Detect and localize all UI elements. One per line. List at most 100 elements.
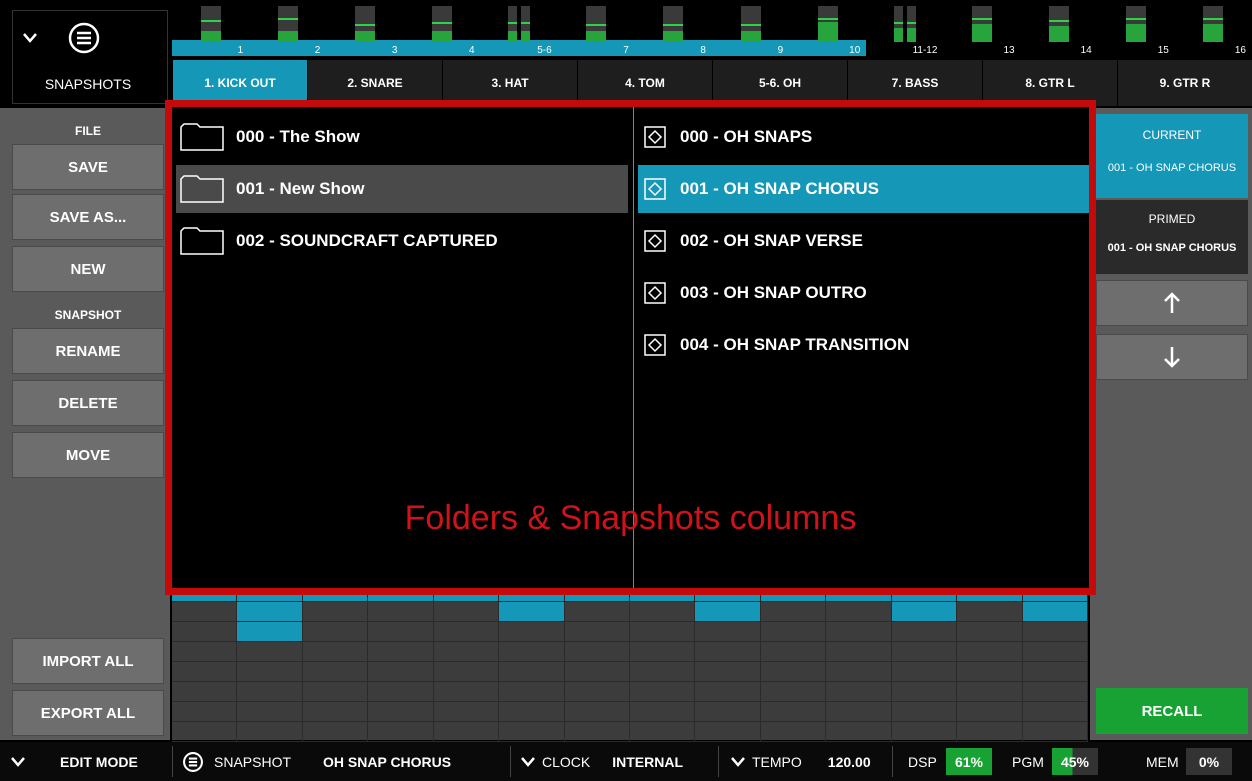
scope-cell[interactable] xyxy=(891,722,958,742)
scope-cell[interactable] xyxy=(695,722,761,742)
move-button[interactable]: MOVE xyxy=(12,432,164,478)
scope-cell[interactable] xyxy=(302,702,369,722)
scope-cell[interactable] xyxy=(564,702,630,722)
scope-cell[interactable] xyxy=(630,622,696,642)
scope-cell[interactable] xyxy=(760,602,827,622)
scope-cell[interactable] xyxy=(564,662,630,682)
scope-cell[interactable] xyxy=(1022,642,1088,662)
channel-tab[interactable]: 9. GTR R xyxy=(1117,60,1252,106)
scope-cell[interactable] xyxy=(891,702,958,722)
save-as-button[interactable]: SAVE AS... xyxy=(12,194,164,240)
scope-cell[interactable] xyxy=(760,702,827,722)
scope-cell[interactable] xyxy=(695,662,761,682)
scope-cell[interactable] xyxy=(957,662,1023,682)
scope-cell[interactable] xyxy=(564,642,630,662)
scope-cell[interactable] xyxy=(1022,702,1088,722)
scope-cell[interactable] xyxy=(433,642,500,662)
scope-cell[interactable] xyxy=(433,662,500,682)
scope-cell[interactable] xyxy=(564,602,630,622)
snapshot-status[interactable]: SNAPSHOT OH SNAP CHORUS xyxy=(182,742,451,781)
snapshot-item[interactable]: 003 - OH SNAP OUTRO xyxy=(638,269,1089,317)
scope-cell[interactable] xyxy=(433,622,500,642)
scope-cell[interactable] xyxy=(695,602,761,622)
scope-cell[interactable] xyxy=(368,662,434,682)
scope-cell[interactable] xyxy=(237,662,303,682)
scope-cell[interactable] xyxy=(237,642,303,662)
scope-cell[interactable] xyxy=(957,682,1023,702)
scope-cell[interactable] xyxy=(302,642,369,662)
rename-button[interactable]: RENAME xyxy=(12,328,164,374)
folder-item[interactable]: 000 - The Show xyxy=(176,113,628,161)
scope-cell[interactable] xyxy=(630,682,696,702)
new-button[interactable]: NEW xyxy=(12,246,164,292)
scope-cell[interactable] xyxy=(760,682,827,702)
folder-item[interactable]: 002 - SOUNDCRAFT CAPTURED xyxy=(176,217,628,265)
tempo-selector[interactable]: TEMPO 120.00 xyxy=(730,742,871,781)
scope-cell[interactable] xyxy=(172,622,238,642)
scope-cell[interactable] xyxy=(1022,722,1088,742)
prime-next-button[interactable] xyxy=(1096,334,1248,380)
scope-cell[interactable] xyxy=(695,622,761,642)
scope-cell[interactable] xyxy=(237,602,303,622)
scope-cell[interactable] xyxy=(826,662,892,682)
scope-cell[interactable] xyxy=(630,662,696,682)
scope-cell[interactable] xyxy=(172,602,238,622)
export-all-button[interactable]: EXPORT ALL xyxy=(12,690,164,736)
scope-cell[interactable] xyxy=(237,702,303,722)
snapshot-item[interactable]: 001 - OH SNAP CHORUS xyxy=(638,165,1089,213)
scope-cell[interactable] xyxy=(957,602,1023,622)
scope-cell[interactable] xyxy=(172,682,238,702)
scope-cell[interactable] xyxy=(172,702,238,722)
scope-cell[interactable] xyxy=(499,642,565,662)
scope-cell[interactable] xyxy=(695,682,761,702)
scope-cell[interactable] xyxy=(760,622,827,642)
scope-cell[interactable] xyxy=(891,622,958,642)
scope-cell[interactable] xyxy=(1022,682,1088,702)
scope-cell[interactable] xyxy=(499,682,565,702)
scope-cell[interactable] xyxy=(237,622,303,642)
scope-cell[interactable] xyxy=(302,622,369,642)
scope-cell[interactable] xyxy=(237,682,303,702)
scope-cell[interactable] xyxy=(499,662,565,682)
scope-cell[interactable] xyxy=(630,722,696,742)
scope-cell[interactable] xyxy=(891,642,958,662)
scope-cell[interactable] xyxy=(302,662,369,682)
scope-cell[interactable] xyxy=(760,722,827,742)
scope-cell[interactable] xyxy=(499,722,565,742)
scope-cell[interactable] xyxy=(760,642,827,662)
scope-cell[interactable] xyxy=(826,642,892,662)
scope-cell[interactable] xyxy=(695,642,761,662)
scope-cell[interactable] xyxy=(172,642,238,662)
scope-cell[interactable] xyxy=(891,602,958,622)
scope-cell[interactable] xyxy=(957,722,1023,742)
delete-button[interactable]: DELETE xyxy=(12,380,164,426)
scope-cell[interactable] xyxy=(433,702,500,722)
scope-cell[interactable] xyxy=(368,722,434,742)
scope-cell[interactable] xyxy=(172,722,238,742)
scope-cell[interactable] xyxy=(826,722,892,742)
scope-cell[interactable] xyxy=(433,722,500,742)
import-all-button[interactable]: IMPORT ALL xyxy=(12,638,164,684)
scope-cell[interactable] xyxy=(564,722,630,742)
scope-cell[interactable] xyxy=(891,682,958,702)
scope-cell[interactable] xyxy=(630,702,696,722)
scope-cell[interactable] xyxy=(302,602,369,622)
clock-selector[interactable]: CLOCK INTERNAL xyxy=(520,742,683,781)
scope-cell[interactable] xyxy=(826,682,892,702)
scope-cell[interactable] xyxy=(630,642,696,662)
scope-cell[interactable] xyxy=(826,702,892,722)
scope-cell[interactable] xyxy=(826,602,892,622)
scope-cell[interactable] xyxy=(695,702,761,722)
scope-cell[interactable] xyxy=(1022,602,1088,622)
scope-cell[interactable] xyxy=(368,602,434,622)
folder-item[interactable]: 001 - New Show xyxy=(176,165,628,213)
scope-cell[interactable] xyxy=(302,722,369,742)
scope-cell[interactable] xyxy=(957,642,1023,662)
scope-cell[interactable] xyxy=(957,702,1023,722)
scope-cell[interactable] xyxy=(302,682,369,702)
scope-cell[interactable] xyxy=(368,642,434,662)
scope-cell[interactable] xyxy=(368,622,434,642)
snapshot-item[interactable]: 002 - OH SNAP VERSE xyxy=(638,217,1089,265)
scope-cell[interactable] xyxy=(499,602,565,622)
scope-cell[interactable] xyxy=(826,622,892,642)
